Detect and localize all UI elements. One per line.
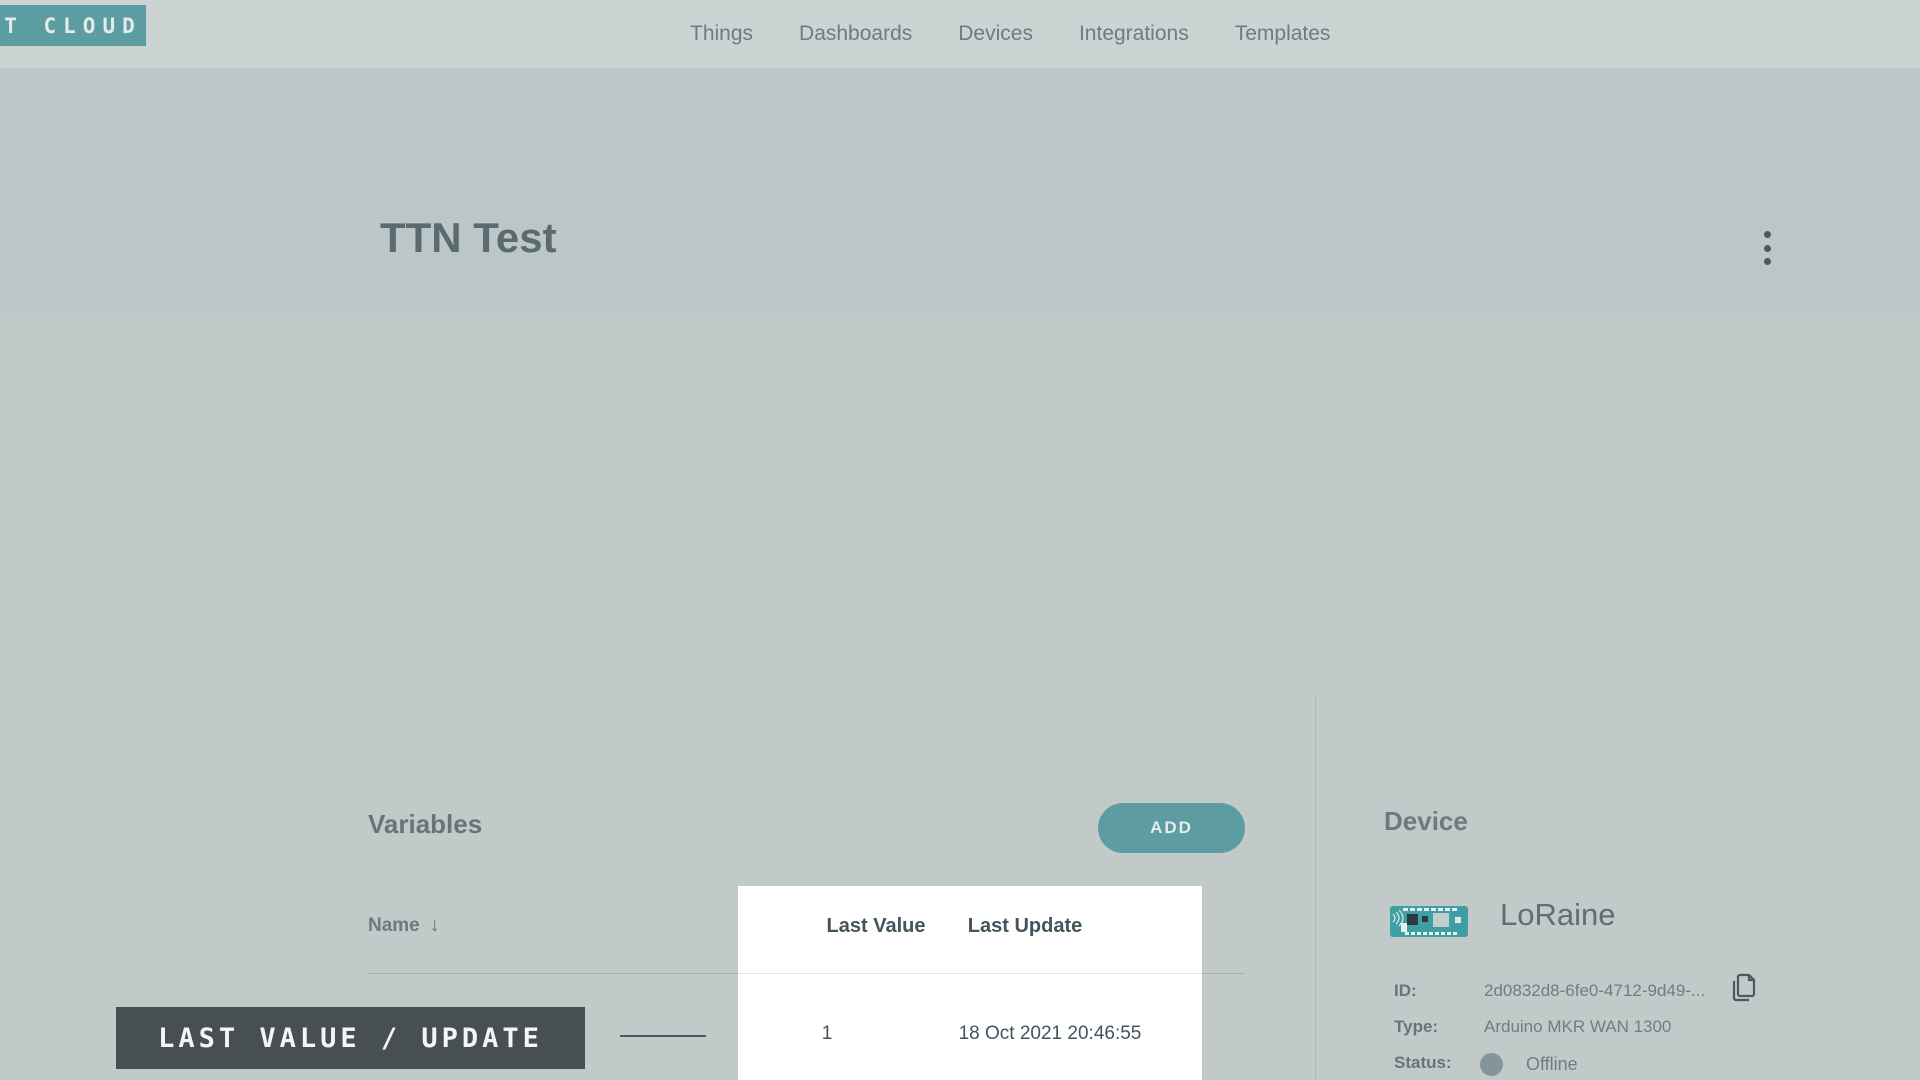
- tutorial-tooltip: LAST VALUE / UPDATE: [116, 1007, 585, 1069]
- main-content: Variables ADD Name ↓ Last Value Last Upd…: [0, 313, 1920, 1080]
- tutorial-tooltip-label: LAST VALUE / UPDATE: [158, 1023, 543, 1054]
- add-variable-button[interactable]: ADD: [1098, 803, 1245, 853]
- device-id-value: 2d0832d8-6fe0-4712-9d49-...: [1484, 981, 1705, 1001]
- last-value-cell: 1: [757, 1023, 897, 1045]
- device-id-label: ID:: [1394, 981, 1417, 1001]
- device-type-value: Arduino MKR WAN 1300: [1484, 1017, 1671, 1037]
- device-heading: Device: [1384, 806, 1468, 837]
- iot-cloud-logo[interactable]: T CLOUD: [0, 5, 146, 46]
- device-board-image: [1389, 905, 1469, 938]
- sort-descending-icon: ↓: [430, 914, 440, 937]
- device-status-value: Offline: [1526, 1054, 1578, 1075]
- last-update-column-header: Last Update: [955, 915, 1095, 938]
- top-nav-bar: T CLOUD Things Dashboards Devices Integr…: [0, 0, 1920, 68]
- device-name: LoRaine: [1500, 897, 1615, 933]
- panel-divider: [1315, 695, 1316, 1080]
- last-value-column-header: Last Value: [806, 915, 946, 938]
- logo-text: T CLOUD: [4, 14, 142, 38]
- table-row-divider: [738, 973, 1202, 974]
- page-header: TTN Test Setup Sketch Serial Monitor: [0, 68, 1920, 313]
- nav-item-integrations[interactable]: Integrations: [1079, 22, 1189, 46]
- last-update-cell: 18 Oct 2021 20:46:55: [930, 1023, 1170, 1045]
- nav-item-dashboards[interactable]: Dashboards: [799, 22, 912, 46]
- nav-item-devices[interactable]: Devices: [958, 22, 1033, 46]
- device-type-label: Type:: [1394, 1017, 1438, 1037]
- main-nav: Things Dashboards Devices Integrations T…: [690, 0, 1330, 68]
- copy-id-icon[interactable]: [1727, 973, 1759, 1005]
- nav-item-templates[interactable]: Templates: [1235, 22, 1331, 46]
- nav-item-things[interactable]: Things: [690, 22, 753, 46]
- tutorial-spotlight: Last Value Last Update 1 18 Oct 2021 20:…: [738, 886, 1202, 1080]
- status-offline-dot: [1480, 1053, 1503, 1076]
- variables-heading: Variables: [368, 809, 482, 840]
- page-title: TTN Test: [380, 214, 557, 262]
- tooltip-leader-line: [620, 1035, 706, 1037]
- name-column-header[interactable]: Name ↓: [368, 914, 440, 937]
- name-column-label: Name: [368, 915, 420, 937]
- device-status-label: Status:: [1394, 1053, 1452, 1073]
- kebab-menu-icon[interactable]: [1758, 231, 1776, 265]
